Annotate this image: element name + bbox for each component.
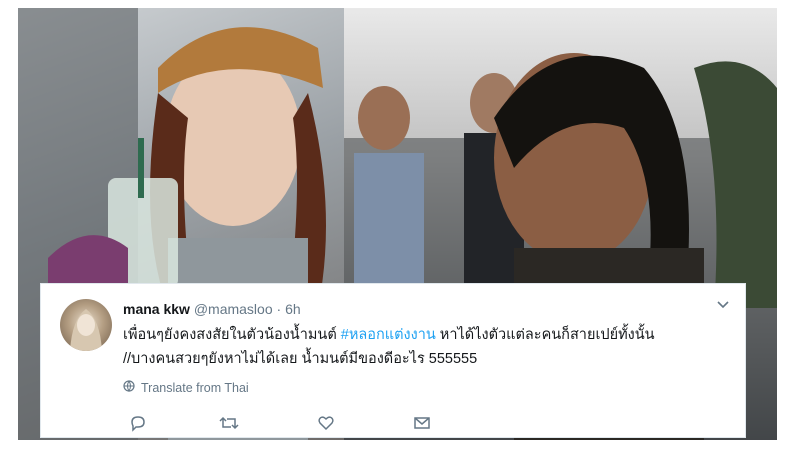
avatar-image (70, 309, 102, 351)
retweet-icon[interactable] (219, 414, 239, 437)
tweet-text: เพื่อนๆยังคงสงสัยในตัวน้องน้ำมนต์ #หลอกแ… (123, 323, 733, 371)
tweet-text-line-2: //บางคนสวยๆยังหาไม่ได้เลย น้ำมนต์มีของดี… (123, 351, 478, 367)
tweet-text-before-hashtag: เพื่อนๆยังคงสงสัยในตัวน้องน้ำมนต์ (123, 327, 341, 343)
tweet-header: mana kkw @mamasloo · 6h (123, 301, 301, 317)
globe-icon (123, 380, 135, 395)
tweet-time[interactable]: 6h (285, 301, 301, 317)
translate-link[interactable]: Translate from Thai (123, 380, 249, 395)
translate-label: Translate from Thai (141, 380, 249, 395)
chevron-down-icon[interactable] (716, 298, 730, 313)
heart-icon[interactable] (317, 414, 335, 437)
separator-dot: · (276, 301, 282, 317)
envelope-icon[interactable] (413, 414, 431, 437)
tweet-card[interactable]: mana kkw @mamasloo · 6h เพื่อนๆยังคงสงสั… (40, 283, 746, 438)
tweet-screenshot: mana kkw @mamasloo · 6h เพื่อนๆยังคงสงสั… (18, 8, 777, 440)
hashtag-link[interactable]: #หลอกแต่งงาน (341, 327, 436, 343)
tweet-text-after-hashtag: หาได้ไงตัวแต่ละคนก็สายเปย์ทั้งนั้น (435, 327, 655, 343)
display-name[interactable]: mana kkw (123, 301, 190, 317)
user-handle[interactable]: @mamasloo (194, 301, 273, 317)
avatar[interactable] (60, 299, 112, 351)
tweet-text-line-1: เพื่อนๆยังคงสงสัยในตัวน้องน้ำมนต์ #หลอกแ… (123, 323, 733, 347)
reply-icon[interactable] (129, 414, 147, 437)
tweet-actions (129, 414, 489, 434)
